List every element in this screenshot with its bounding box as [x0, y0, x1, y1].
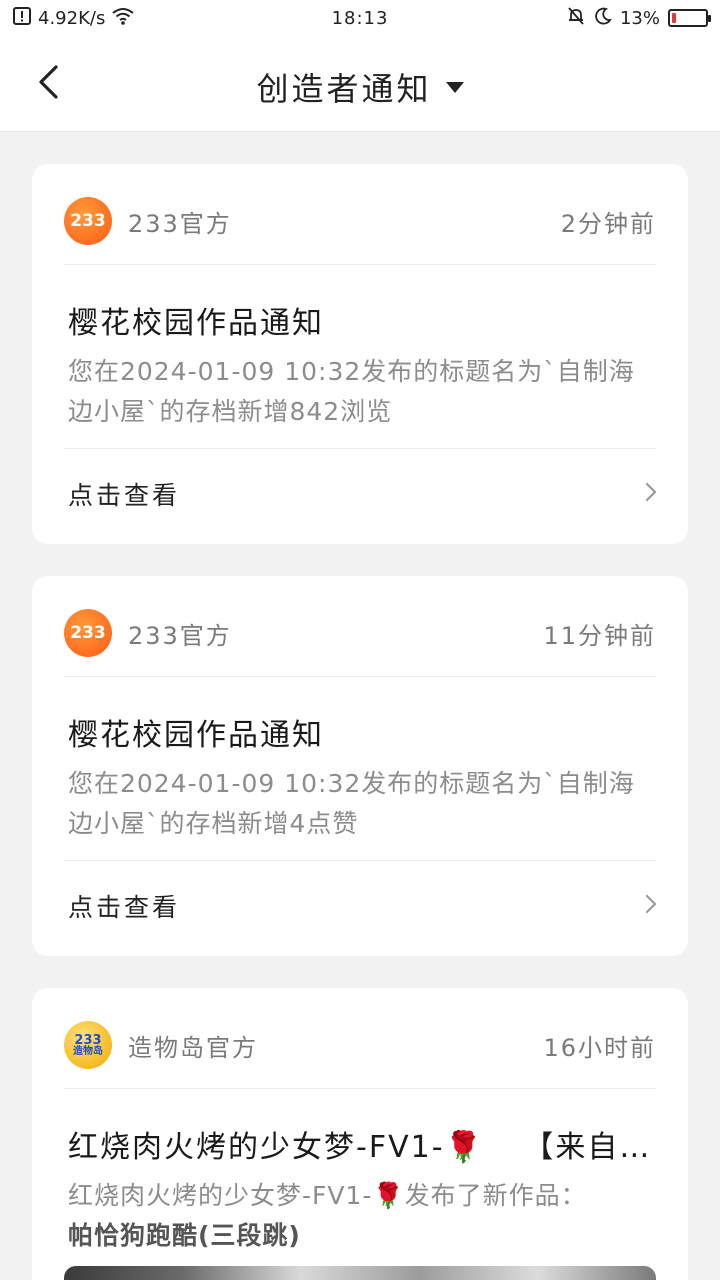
notification-title: 樱花校园作品通知	[68, 306, 324, 341]
work-thumbnail[interactable]	[64, 1266, 656, 1280]
divider	[64, 264, 656, 265]
avatar-label: 233	[74, 1032, 102, 1048]
notification-time: 2分钟前	[560, 209, 656, 238]
divider	[64, 448, 656, 449]
view-details-label: 点击查看	[68, 893, 181, 922]
chevron-right-icon	[644, 893, 658, 919]
avatar-sublabel: 造物岛	[73, 1045, 103, 1057]
body-text: 红烧肉火烤的少女梦-FV1-	[68, 1181, 373, 1210]
notification-title: 红烧肉火烤的少女梦-FV1-🌹 【来自…	[68, 1122, 656, 1166]
divider	[64, 1088, 656, 1089]
wifi-icon	[111, 6, 135, 31]
title-text: 红烧肉火烤的少女梦-FV1-	[68, 1130, 445, 1165]
notification-title: 樱花校园作品通知	[68, 718, 324, 753]
divider	[64, 860, 656, 861]
notification-time: 16小时前	[543, 1033, 656, 1062]
sender-avatar[interactable]: 233	[64, 197, 112, 245]
notification-card: 233 造物岛 造物岛官方 16小时前 红烧肉火烤的少女梦-FV1-🌹 【来自……	[32, 988, 688, 1280]
divider	[64, 676, 656, 677]
chevron-right-icon	[644, 481, 658, 507]
body-suffix: 发布了新作品：	[404, 1181, 587, 1210]
battery-icon	[668, 9, 711, 27]
notification-body: 您在2024-01-09 10:32发布的标题名为`自制海边小屋`的存档新增4点…	[68, 769, 635, 838]
sender-avatar[interactable]: 233 造物岛	[64, 1021, 112, 1069]
caret-down-icon	[445, 81, 464, 93]
status-bar: 4.92K/s 18:13 13%	[0, 0, 720, 36]
notification-time: 11分钟前	[543, 621, 656, 650]
view-details-button[interactable]: 点击查看	[68, 878, 658, 934]
view-details-button[interactable]: 点击查看	[68, 466, 658, 522]
view-details-label: 点击查看	[68, 481, 181, 510]
moon-icon	[594, 7, 612, 30]
notification-body: 红烧肉火烤的少女梦-FV1-🌹发布了新作品： 帕恰狗跑酷(三段跳)	[68, 1176, 648, 1256]
alert-icon	[12, 6, 32, 31]
rose-emoji: 🌹	[372, 1181, 405, 1210]
sender-avatar[interactable]: 233	[64, 609, 112, 657]
notification-card: 233 233官方 2分钟前 樱花校园作品通知 您在2024-01-09 10:…	[32, 164, 688, 544]
battery-percent: 13%	[619, 7, 660, 29]
sender-name: 233官方	[128, 209, 232, 238]
nav-bar: 创造者通知	[0, 36, 720, 132]
page-title: 创造者通知	[256, 70, 432, 108]
sender-name: 造物岛官方	[128, 1033, 258, 1062]
sender-name: 233官方	[128, 621, 232, 650]
notification-body: 您在2024-01-09 10:32发布的标题名为`自制海边小屋`的存档新增84…	[68, 357, 635, 426]
work-name[interactable]: 帕恰狗跑酷(三段跳)	[68, 1221, 301, 1250]
rose-emoji: 🌹	[444, 1130, 484, 1165]
net-speed: 4.92K/s	[38, 7, 106, 29]
clock: 18:13	[331, 7, 389, 29]
notification-card: 233 233官方 11分钟前 樱花校园作品通知 您在2024-01-09 10…	[32, 576, 688, 956]
title-suffix: 【来自…	[523, 1130, 652, 1165]
mute-bell-icon	[566, 6, 586, 31]
title-dropdown[interactable]: 创造者通知	[0, 64, 720, 110]
